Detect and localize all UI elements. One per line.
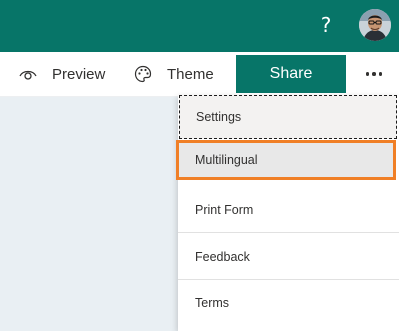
ellipsis-icon — [372, 72, 376, 76]
theme-button[interactable]: Theme — [133, 52, 214, 96]
menu-item-print-form[interactable]: Print Form — [178, 187, 399, 233]
ellipsis-icon — [365, 72, 370, 76]
menu-item-settings[interactable]: Settings — [179, 95, 397, 139]
menu-item-terms[interactable]: Terms — [178, 280, 399, 326]
help-button[interactable]: ? — [316, 12, 336, 38]
preview-button[interactable]: Preview — [18, 52, 105, 96]
user-avatar[interactable] — [359, 9, 391, 41]
menu-item-multilingual[interactable]: Multilingual — [176, 140, 396, 180]
more-options-button[interactable] — [360, 62, 388, 86]
question-icon: ? — [320, 13, 332, 37]
menu-item-feedback[interactable]: Feedback — [178, 234, 399, 280]
top-header-bar: ? — [0, 0, 399, 52]
eye-icon — [18, 64, 38, 84]
more-options-menu: Settings Multilingual Print Form Feedbac… — [176, 95, 399, 331]
share-button[interactable]: Share — [236, 55, 346, 93]
theme-label: Theme — [167, 65, 214, 83]
ellipsis-icon — [378, 72, 383, 76]
user-photo-icon — [359, 9, 391, 41]
preview-label: Preview — [52, 65, 106, 83]
palette-icon — [133, 64, 153, 84]
